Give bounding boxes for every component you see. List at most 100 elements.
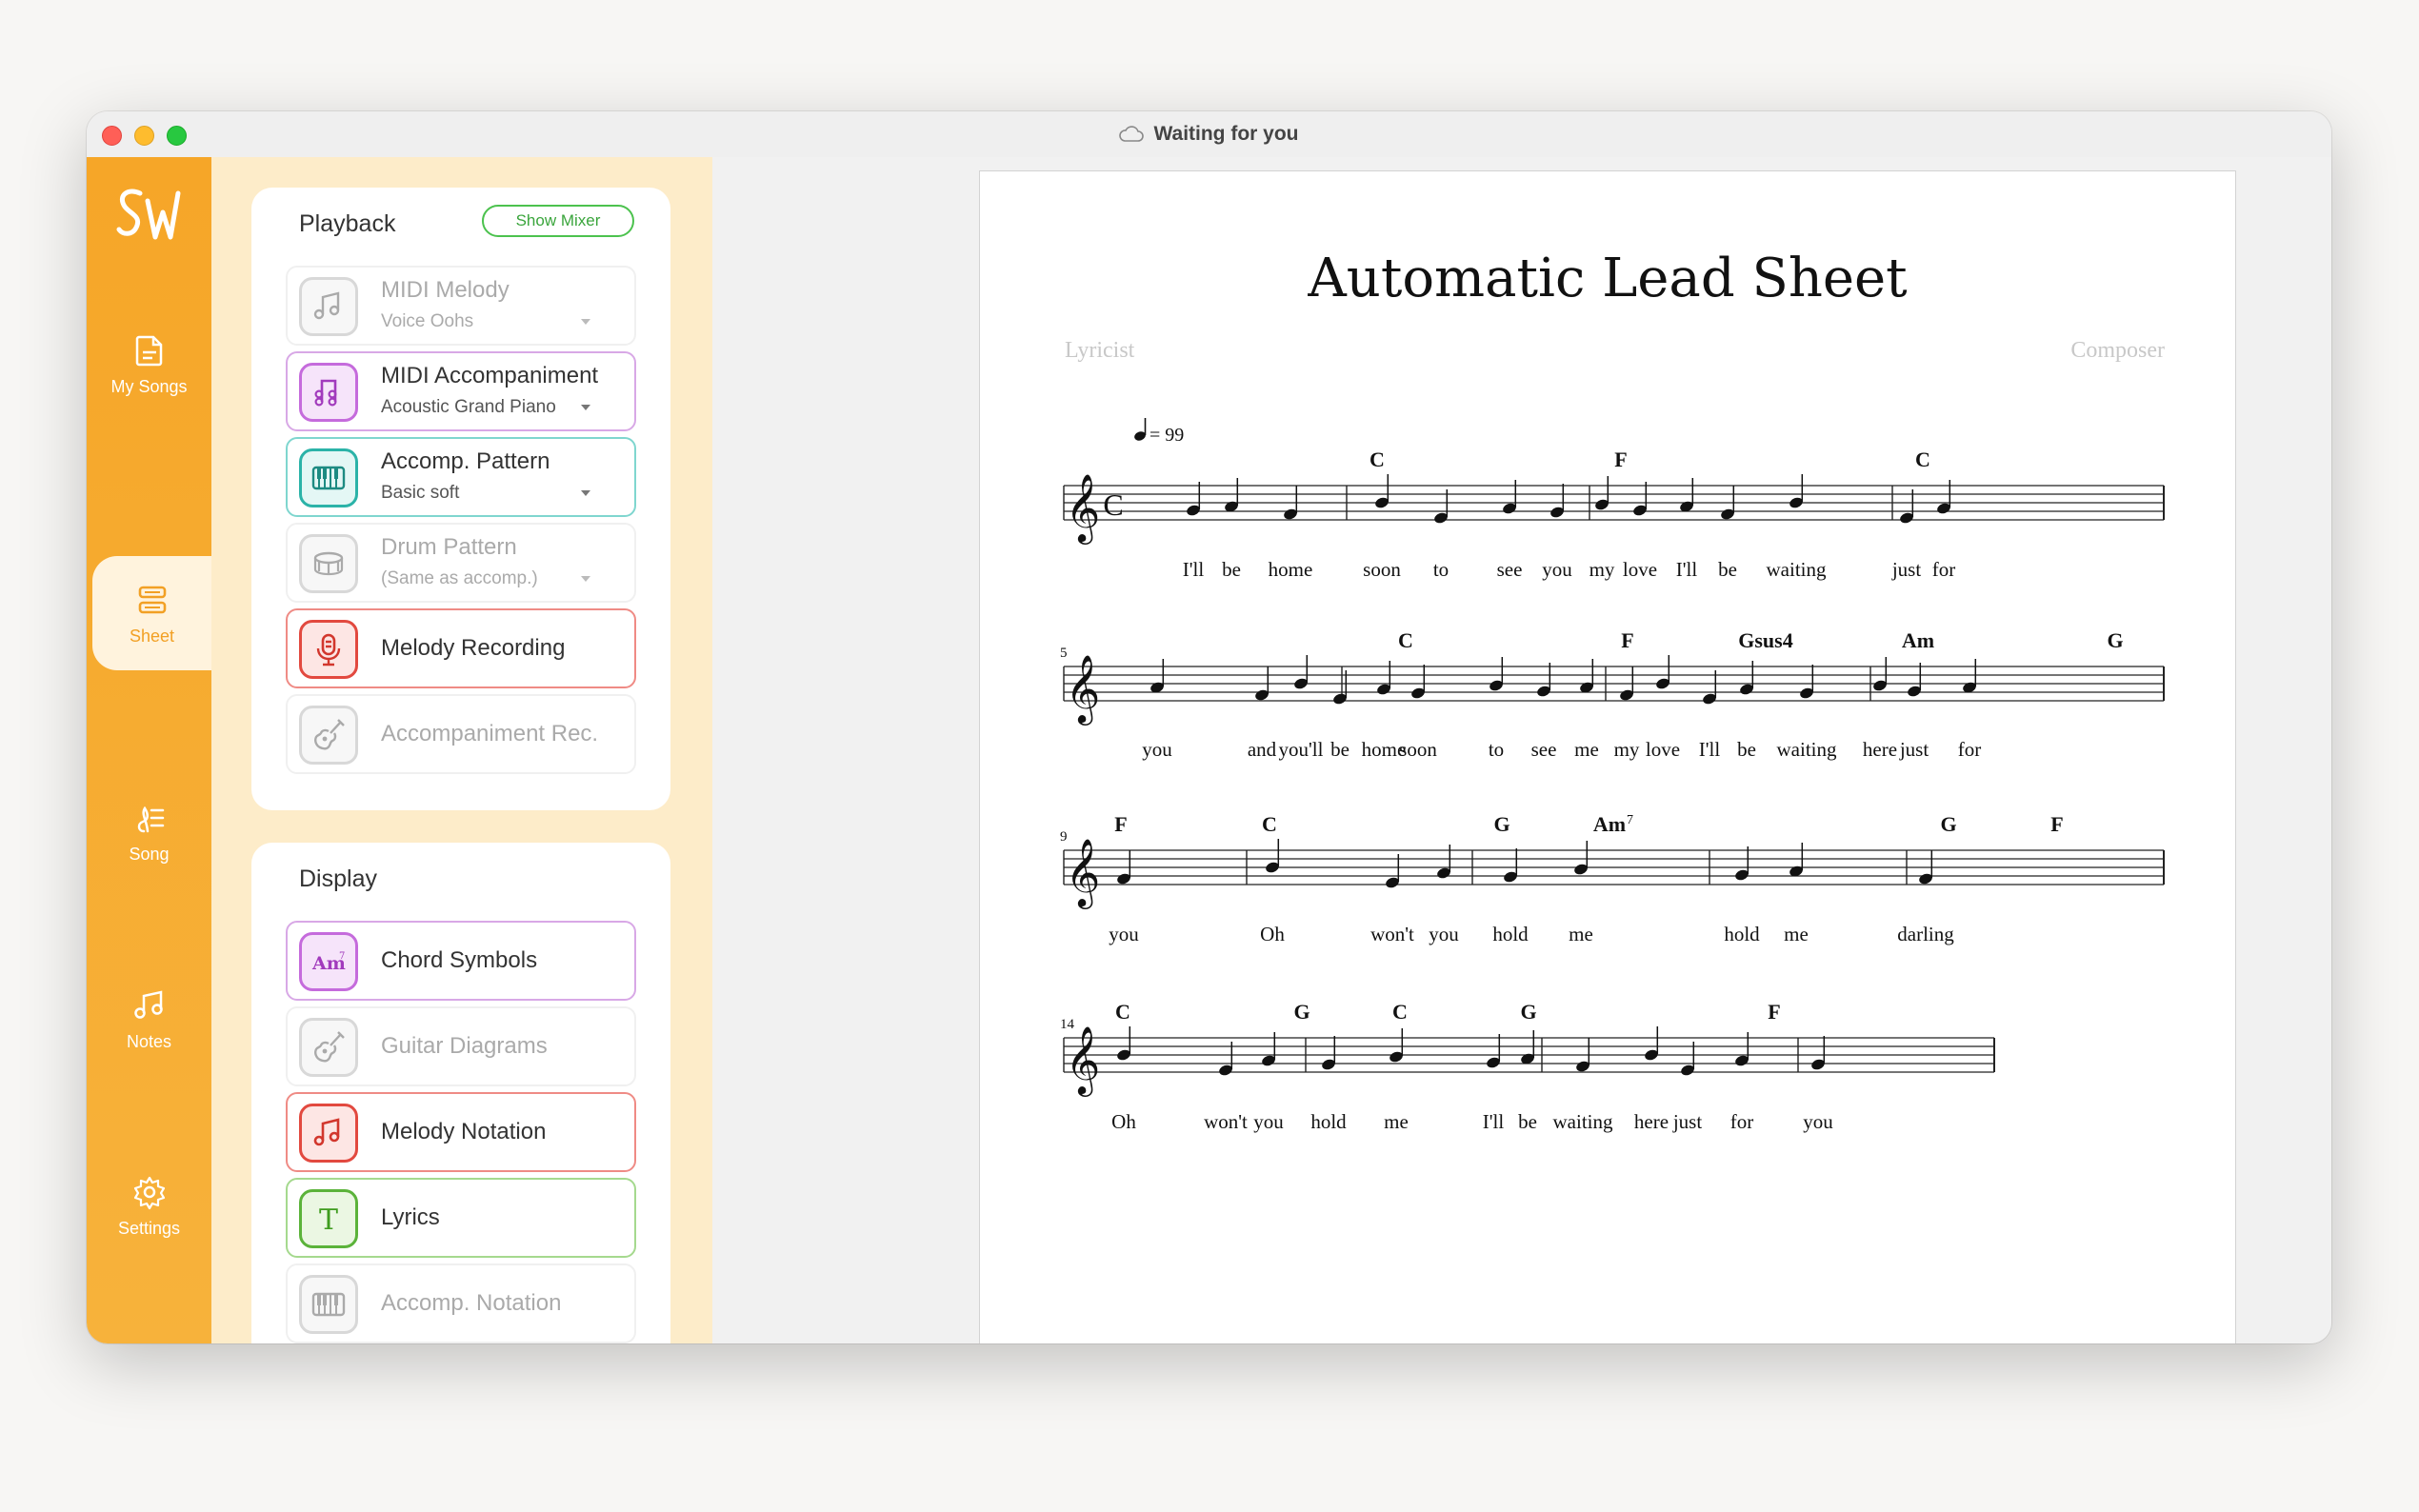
- lyric-syllable: see: [1531, 738, 1557, 761]
- lyric-syllable: you: [1429, 923, 1459, 945]
- option-melody-recording[interactable]: Melody Recording: [286, 608, 636, 688]
- option-sublabel: (Same as accomp.): [381, 568, 538, 588]
- treble-clef: 𝄞: [1066, 1025, 1101, 1097]
- chord-symbol-extension: 7: [1627, 813, 1633, 827]
- playback-title: Playback: [299, 210, 396, 237]
- chord-symbol: G: [1940, 812, 1956, 836]
- nav-my-songs[interactable]: My Songs: [87, 307, 211, 421]
- cloud-icon: [1119, 126, 1145, 142]
- music-note-icon: [313, 1118, 340, 1146]
- option-label: Melody Recording: [381, 635, 566, 661]
- lyric-syllable: here: [1863, 738, 1897, 761]
- lyric-syllable: my: [1589, 558, 1615, 581]
- chevron-down-icon[interactable]: [581, 490, 590, 496]
- app-window: Waiting for you My Songs Sheet Song Note…: [87, 111, 2331, 1343]
- nav-label: Sheet: [129, 626, 175, 646]
- lyric-syllable: be: [1222, 558, 1241, 581]
- lyric-syllable: be: [1718, 558, 1737, 581]
- nav-song[interactable]: Song: [87, 774, 211, 888]
- lyric-syllable: waiting: [1553, 1110, 1613, 1133]
- nav-label: My Songs: [110, 376, 188, 396]
- nav-settings[interactable]: Settings: [87, 1148, 211, 1263]
- lyric-syllable: see: [1497, 558, 1523, 581]
- text-icon: T: [319, 1204, 338, 1237]
- accompaniment-rec-icon-box: [299, 706, 358, 765]
- lyric-syllable: just: [1672, 1110, 1703, 1133]
- chord-symbol: Am: [1902, 628, 1934, 652]
- lead-sheet-page[interactable]: Automatic Lead Sheet Lyricist Composer =…: [979, 170, 2236, 1343]
- option-label: Drum Pattern: [381, 534, 517, 560]
- lyric-syllable: to: [1433, 558, 1449, 581]
- lyric-syllable: hold: [1724, 923, 1760, 945]
- minimize-window-button[interactable]: [134, 126, 154, 146]
- lyric-syllable: be: [1330, 738, 1349, 761]
- option-melody-notation[interactable]: Melody Notation: [286, 1092, 636, 1172]
- lyric-syllable: Oh: [1111, 1110, 1136, 1133]
- nav-label: Settings: [117, 1218, 181, 1238]
- lyric-syllable: and: [1248, 738, 1277, 761]
- chevron-down-icon[interactable]: [581, 576, 590, 582]
- document-icon: [135, 335, 162, 366]
- tempo-marking: = 99: [1150, 425, 1184, 446]
- show-mixer-button[interactable]: Show Mixer: [482, 205, 634, 237]
- option-midi-accompaniment[interactable]: MIDI Accompaniment Acoustic Grand Piano: [286, 351, 636, 431]
- lyric-syllable: for: [1730, 1110, 1754, 1133]
- window-controls: [102, 126, 187, 146]
- chevron-down-icon[interactable]: [581, 405, 590, 410]
- lyric-syllable: me: [1574, 738, 1599, 761]
- lyric-syllable: I'll: [1183, 558, 1205, 581]
- close-window-button[interactable]: [102, 126, 122, 146]
- lyric-syllable: to: [1489, 738, 1504, 761]
- option-lyrics[interactable]: T Lyrics: [286, 1178, 636, 1258]
- chord-symbol: F: [1768, 1000, 1780, 1024]
- lyric-syllable: just: [1891, 558, 1922, 581]
- drum-pattern-icon-box: [299, 534, 358, 593]
- lyric-syllable: I'll: [1483, 1110, 1505, 1133]
- chord-symbol: C: [1115, 1000, 1130, 1024]
- lyric-syllable: won't: [1370, 923, 1414, 945]
- lyric-syllable: won't: [1204, 1110, 1248, 1133]
- lyrics-icon-glyph: T: [319, 1204, 338, 1237]
- option-sublabel: Basic soft: [381, 483, 460, 503]
- lyric-syllable: home: [1269, 558, 1313, 581]
- option-accompaniment-rec[interactable]: Accompaniment Rec.: [286, 694, 636, 774]
- midi-accompaniment-icon-box: [299, 363, 358, 422]
- chord-symbol: C: [1392, 1000, 1408, 1024]
- window-title-text: Waiting for you: [1153, 123, 1299, 145]
- option-label: Accomp. Notation: [381, 1290, 562, 1316]
- accomp-notation-icon-box: [299, 1275, 358, 1334]
- lyrics-icon-box: T: [299, 1189, 358, 1248]
- option-accomp-pattern[interactable]: Accomp. Pattern Basic soft: [286, 437, 636, 517]
- guitar-diagrams-icon-box: [299, 1018, 358, 1077]
- lyric-syllable: you: [1142, 738, 1172, 761]
- nav-label: Notes: [126, 1031, 172, 1051]
- chevron-down-icon[interactable]: [581, 319, 590, 325]
- lyric-syllable: darling: [1897, 923, 1954, 945]
- lyric-syllable: you: [1253, 1110, 1284, 1133]
- option-guitar-diagrams[interactable]: Guitar Diagrams: [286, 1006, 636, 1086]
- nav-label: Song: [129, 844, 170, 864]
- maximize-window-button[interactable]: [167, 126, 187, 146]
- chord-symbol: G: [1520, 1000, 1536, 1024]
- nav-rail: My Songs Sheet Song Notes Settings: [87, 157, 211, 1343]
- measure-number: 14: [1060, 1017, 1075, 1032]
- option-accomp-notation[interactable]: Accomp. Notation: [286, 1263, 636, 1343]
- lyric-syllable: soon: [1363, 558, 1401, 581]
- nav-notes[interactable]: Notes: [87, 962, 211, 1076]
- microphone-icon: [316, 633, 341, 666]
- playback-card: Playback Show Mixer MIDI Melody Voice Oo…: [251, 188, 670, 810]
- option-chord-symbols[interactable]: Am 7 Chord Symbols: [286, 921, 636, 1001]
- options-panel: Playback Show Mixer MIDI Melody Voice Oo…: [211, 157, 712, 1343]
- treble-clef: 𝄞: [1066, 837, 1101, 909]
- title-bar: Waiting for you: [87, 111, 2331, 158]
- chord-symbol: F: [2050, 812, 2063, 836]
- option-drum-pattern[interactable]: Drum Pattern (Same as accomp.): [286, 523, 636, 603]
- time-signature: C: [1103, 487, 1123, 522]
- chord-notes-icon: [314, 379, 337, 407]
- lyric-syllable: I'll: [1699, 738, 1721, 761]
- sheet-area: Automatic Lead Sheet Lyricist Composer =…: [712, 157, 2331, 1343]
- option-midi-melody[interactable]: MIDI Melody Voice Oohs: [286, 266, 636, 346]
- lyric-syllable: me: [1569, 923, 1593, 945]
- nav-sheet[interactable]: Sheet: [92, 556, 211, 670]
- lyric-syllable: you: [1542, 558, 1572, 581]
